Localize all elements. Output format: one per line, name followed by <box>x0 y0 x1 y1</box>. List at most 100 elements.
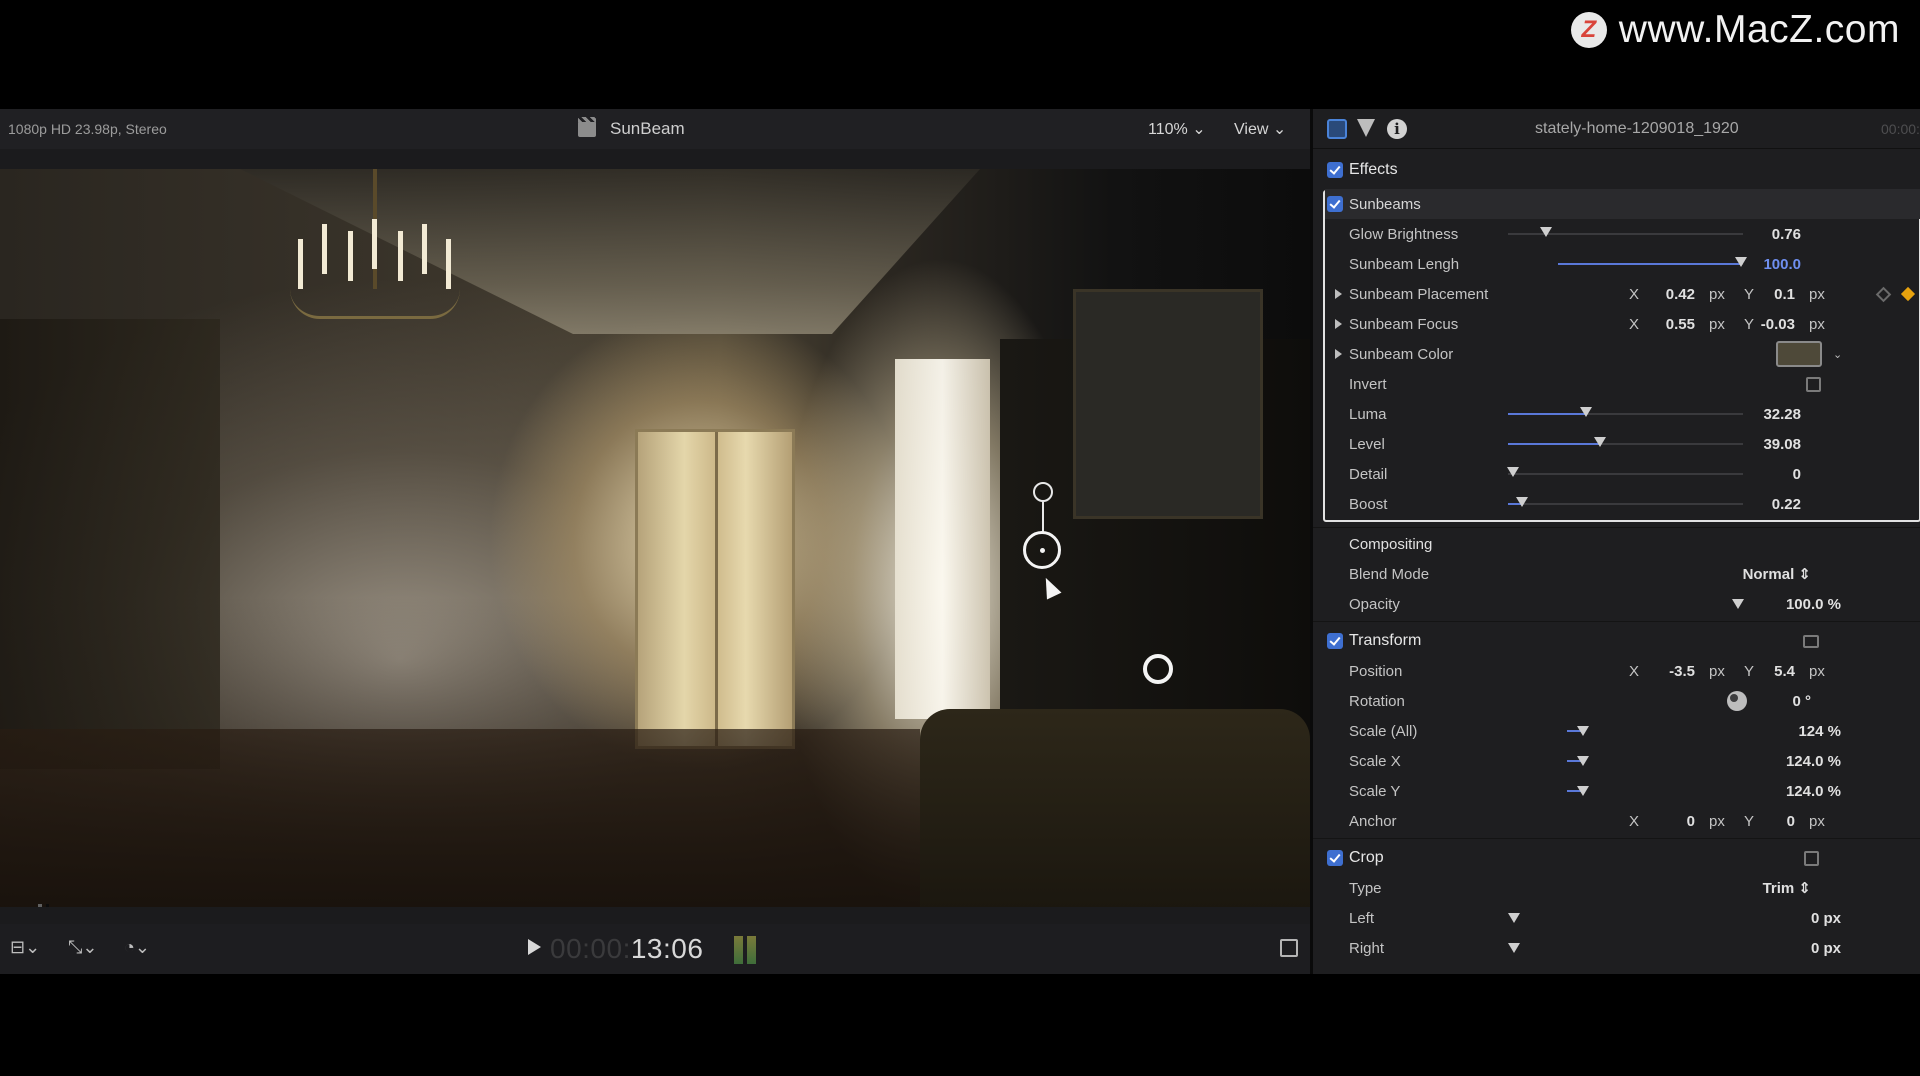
view-menu[interactable]: View ⌄ <box>1234 119 1286 139</box>
info-inspector-tab-icon[interactable]: i <box>1387 119 1407 139</box>
level-slider[interactable] <box>1508 437 1743 447</box>
boost-slider[interactable] <box>1508 497 1743 507</box>
compositing-label: Compositing <box>1349 535 1433 553</box>
viewer: 1080p HD 23.98p, Stereo SunBeam 110% ⌄ V… <box>0 109 1310 974</box>
sunbeam-color-row: Sunbeam Color ⌄ <box>1313 339 1920 369</box>
placement-y-value[interactable]: 0.1 <box>1774 286 1795 303</box>
axis-x-label: X <box>1629 662 1640 680</box>
sunbeam-length-slider[interactable] <box>1558 257 1748 267</box>
crop-left-label: Left <box>1349 909 1375 927</box>
color-inspector-tab-icon[interactable] <box>1357 119 1375 137</box>
slider-knob[interactable] <box>1579 407 1592 417</box>
effects-checkbox[interactable] <box>1327 162 1343 178</box>
glow-brightness-row: Glow Brightness 0.76 <box>1313 219 1920 249</box>
rotation-value[interactable]: 0 ° <box>1792 693 1811 710</box>
focus-y-value[interactable]: -0.03 <box>1761 316 1795 333</box>
timecode[interactable]: 00:00:13:06 <box>550 933 703 965</box>
blend-mode-popup[interactable]: Normal ⇕ <box>1743 565 1811 583</box>
format-info: 1080p HD 23.98p, Stereo <box>8 121 167 137</box>
unit-label: px <box>1709 662 1725 680</box>
fullscreen-button[interactable] <box>1280 939 1298 957</box>
anchor-row: Anchor X 0 px Y 0 px <box>1313 806 1920 836</box>
disclosure-triangle-icon[interactable] <box>1335 349 1342 359</box>
luma-value[interactable]: 32.28 <box>1763 406 1801 423</box>
placement-x-value[interactable]: 0.42 <box>1666 286 1695 303</box>
level-value[interactable]: 39.08 <box>1763 436 1801 453</box>
crop-right-knob[interactable] <box>1508 943 1520 953</box>
position-x-value[interactable]: -3.5 <box>1669 663 1695 680</box>
sunbeams-label: Sunbeams <box>1349 195 1421 213</box>
scale-all-knob[interactable] <box>1577 726 1589 736</box>
transform-checkbox[interactable] <box>1327 633 1343 649</box>
keyframe-icon[interactable] <box>1900 286 1916 302</box>
video-inspector-tab-icon[interactable] <box>1327 119 1347 139</box>
effects-section-header[interactable]: Effects <box>1313 155 1920 185</box>
scale-all-value[interactable]: 124 % <box>1798 723 1841 740</box>
crop-type-popup[interactable]: Trim ⇕ <box>1763 879 1811 897</box>
unit-label: px <box>1709 315 1725 333</box>
sunbeam-color-well[interactable] <box>1776 341 1822 367</box>
crop-checkbox[interactable] <box>1327 850 1343 866</box>
onscreen-focus-control[interactable] <box>1143 654 1173 684</box>
retime-icon[interactable]: ◔⌄ <box>124 937 150 958</box>
anchor-y-value[interactable]: 0 <box>1787 813 1795 830</box>
video-frame[interactable] <box>0 169 1310 907</box>
transform-tool-icon[interactable]: ⤡⌄ <box>68 937 97 958</box>
slider-knob[interactable] <box>1593 437 1606 447</box>
detail-value[interactable]: 0 <box>1793 466 1801 483</box>
onscreen-placement-handle[interactable] <box>1033 482 1053 502</box>
glow-brightness-label: Glow Brightness <box>1349 225 1459 243</box>
onscreen-center-control[interactable] <box>1023 531 1061 569</box>
crop-onscreen-icon[interactable] <box>1804 850 1819 866</box>
luma-row: Luma 32.28 <box>1313 399 1920 429</box>
reset-icon[interactable] <box>1875 286 1892 302</box>
transform-onscreen-icon[interactable] <box>1803 634 1819 648</box>
position-y-value[interactable]: 5.4 <box>1774 663 1795 680</box>
blend-mode-row: Blend Mode Normal ⇕ <box>1313 559 1920 589</box>
play-button[interactable] <box>528 939 541 955</box>
crop-left-knob[interactable] <box>1508 913 1520 923</box>
anchor-label: Anchor <box>1349 812 1397 830</box>
disclosure-triangle-icon[interactable] <box>1335 289 1342 299</box>
sunbeam-focus-row: Sunbeam Focus X 0.55 px Y -0.03 px <box>1313 309 1920 339</box>
crop-type-label: Type <box>1349 879 1382 897</box>
crop-header[interactable]: Crop <box>1313 843 1920 873</box>
zoom-menu[interactable]: 110% ⌄ <box>1148 119 1206 139</box>
scale-x-knob[interactable] <box>1577 756 1589 766</box>
focus-x-value[interactable]: 0.55 <box>1666 316 1695 333</box>
anchor-x-value[interactable]: 0 <box>1687 813 1695 830</box>
watermark-text: www.MacZ.com <box>1618 8 1900 51</box>
crop-right-value[interactable]: 0 px <box>1811 940 1841 957</box>
rotation-label: Rotation <box>1349 692 1405 710</box>
unit-label: px <box>1809 285 1825 303</box>
scale-y-knob[interactable] <box>1577 786 1589 796</box>
sunbeam-focus-label: Sunbeam Focus <box>1349 315 1459 333</box>
slider-knob[interactable] <box>1539 227 1552 237</box>
disclosure-triangle-icon[interactable] <box>1335 319 1342 329</box>
opacity-value[interactable]: 100.0 % <box>1786 596 1841 613</box>
compositing-header[interactable]: Compositing <box>1313 529 1920 559</box>
updown-icon: ⇕ <box>1798 566 1811 583</box>
opacity-slider-knob[interactable] <box>1732 599 1744 609</box>
view-options-icon[interactable]: ⊟⌄ <box>10 937 40 958</box>
sunbeam-length-value[interactable]: 100.0 <box>1763 256 1801 273</box>
slider-knob[interactable] <box>1506 467 1519 477</box>
glow-brightness-value[interactable]: 0.76 <box>1772 226 1801 243</box>
scale-x-value[interactable]: 124.0 % <box>1786 753 1841 770</box>
scale-y-value[interactable]: 124.0 % <box>1786 783 1841 800</box>
detail-slider[interactable] <box>1506 467 1743 477</box>
slider-knob[interactable] <box>1516 497 1529 507</box>
scale-y-label: Scale Y <box>1349 782 1401 800</box>
crop-left-value[interactable]: 0 px <box>1811 910 1841 927</box>
sunbeams-checkbox[interactable] <box>1327 196 1343 212</box>
luma-slider[interactable] <box>1508 407 1743 417</box>
glow-brightness-slider[interactable] <box>1508 227 1743 237</box>
boost-value[interactable]: 0.22 <box>1772 496 1801 513</box>
chevron-down-icon[interactable]: ⌄ <box>1833 348 1842 361</box>
sunbeam-length-row: Sunbeam Lengh 100.0 <box>1313 249 1920 279</box>
invert-checkbox[interactable] <box>1806 376 1821 392</box>
slider-knob[interactable] <box>1735 257 1748 267</box>
transform-header[interactable]: Transform <box>1313 626 1920 656</box>
rotation-dial[interactable] <box>1727 691 1747 711</box>
sunbeams-header[interactable]: Sunbeams <box>1325 189 1920 219</box>
